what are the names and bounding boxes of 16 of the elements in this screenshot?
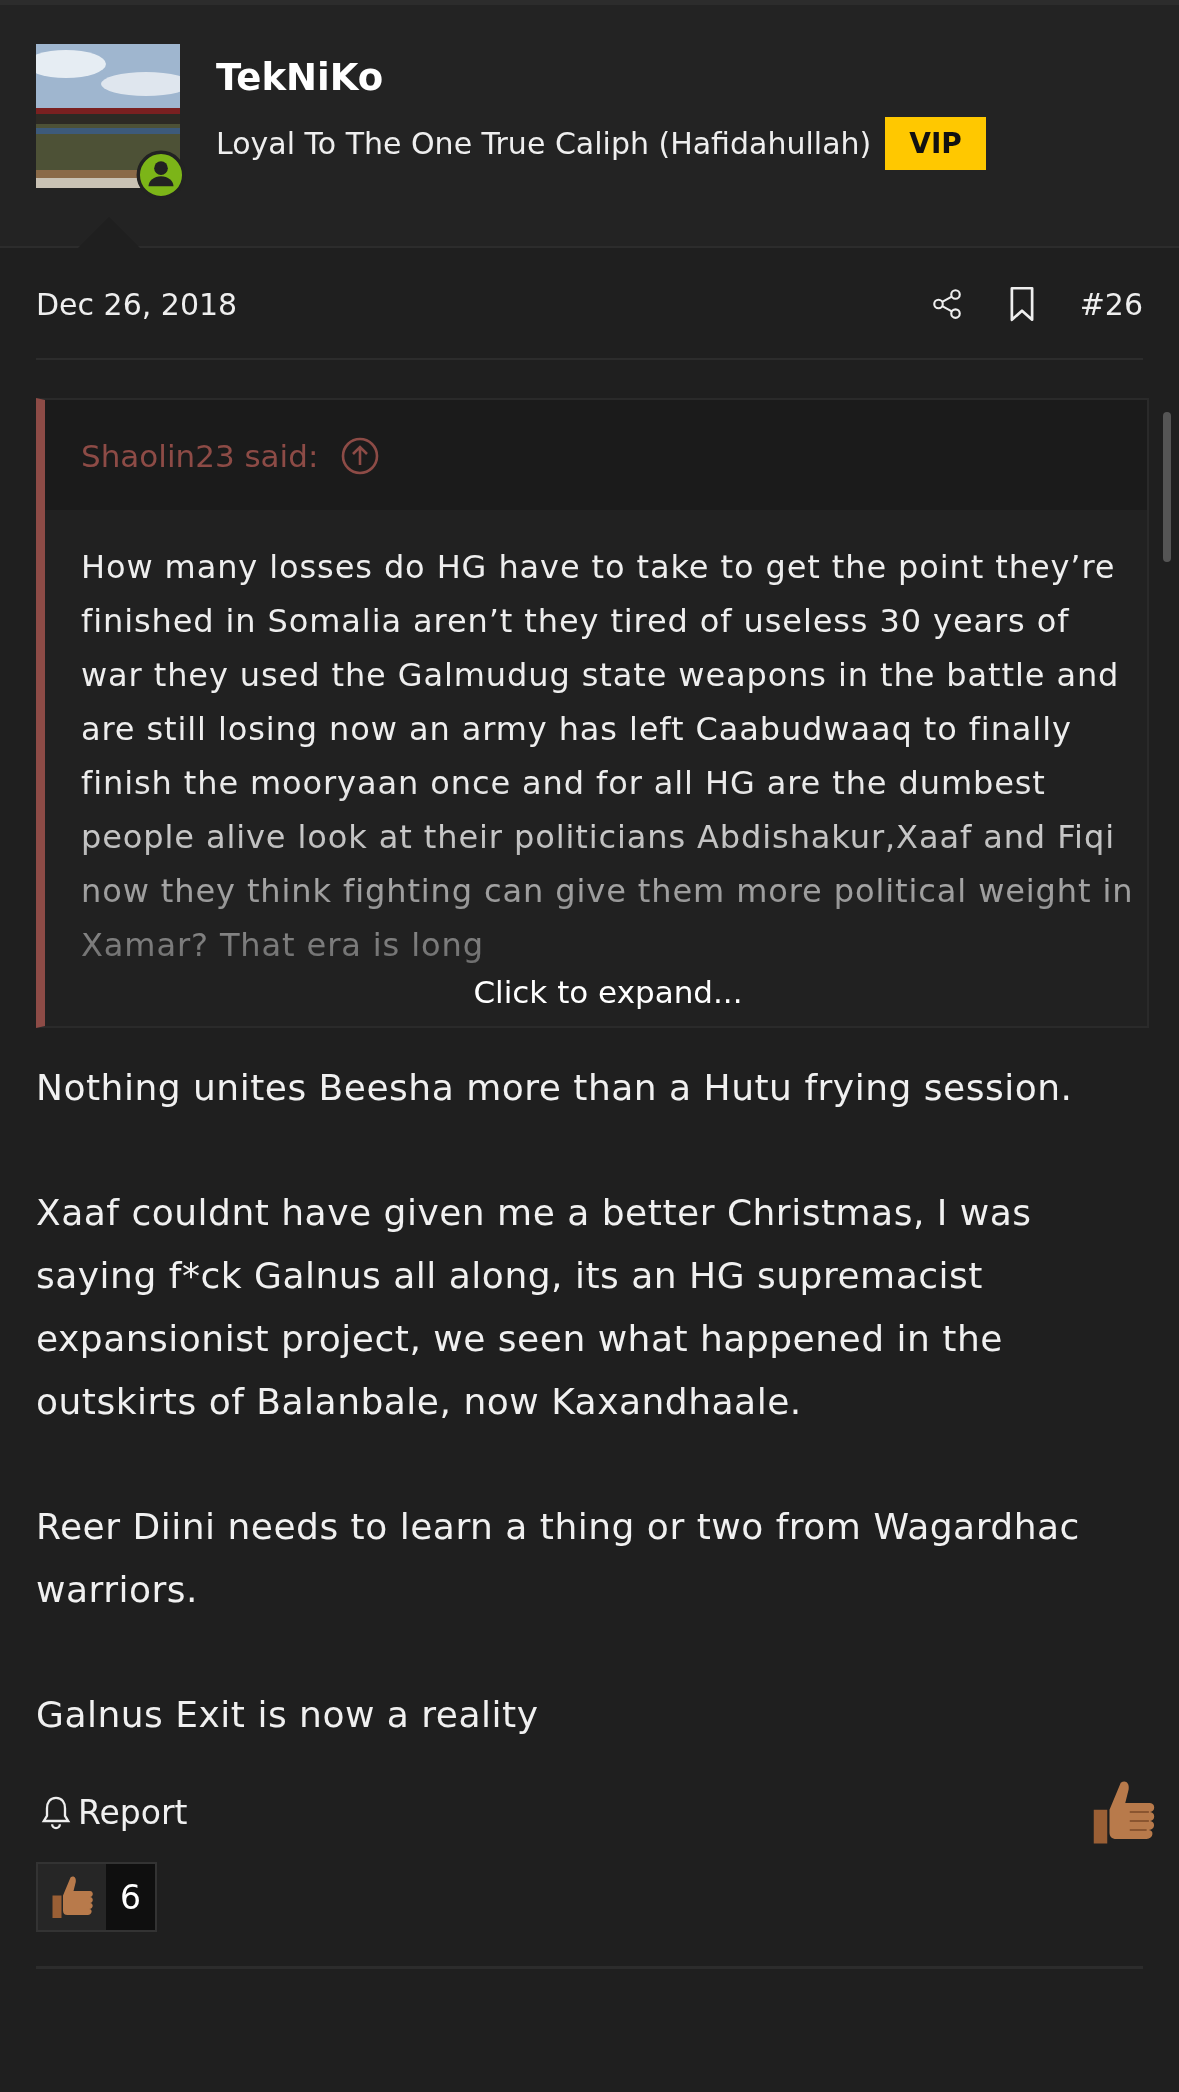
post-paragraph: Nothing unites Beesha more than a Hutu frying session. (36, 1066, 1074, 1110)
user-title: Loyal To The One True Caliph (Hafidahullah) (216, 126, 872, 161)
post-paragraph: Xaaf couldnt have given me a better Christmas, I was saying f*ck Galnus all along, its an HG supremacist expansionist project, we seen what happened in the outskirts of Balanbale, now Kaxandhaale. (36, 1191, 1033, 1424)
expand-link[interactable]: Click to expand... (473, 974, 743, 1010)
username[interactable]: TekNiKo (216, 56, 986, 99)
quote-text: How many losses do HG have to take to get the point they’re finished in Somalia aren’t they tired of useless 30 years of war they used the Galmudug state weapons in the battle and are still losing now an army has left Caabudwaaq to finally finish the mooryaan once and for all HG are the dumbest people alive look at their politicians Abdishakur,Xaaf and Fiqi now they think fighting can give them more political weight in Xamar? That era is long (81, 547, 1135, 966)
scrollbar[interactable] (1163, 412, 1171, 562)
arrow-up-icon[interactable] (340, 436, 381, 476)
vip-badge: VIP (885, 117, 986, 170)
post-paragraph: Galnus Exit is now a reality (36, 1693, 540, 1737)
report-link[interactable]: Report (40, 1792, 188, 1832)
post-date[interactable]: Dec 26, 2018 (36, 286, 238, 322)
post-paragraph: Reer Diini needs to learn a thing or two from Wagardhac warriors. (36, 1505, 1081, 1612)
post-number[interactable]: #26 (1079, 286, 1143, 322)
bell-icon (40, 1794, 72, 1830)
reaction-counter[interactable]: 6 (36, 1862, 157, 1932)
